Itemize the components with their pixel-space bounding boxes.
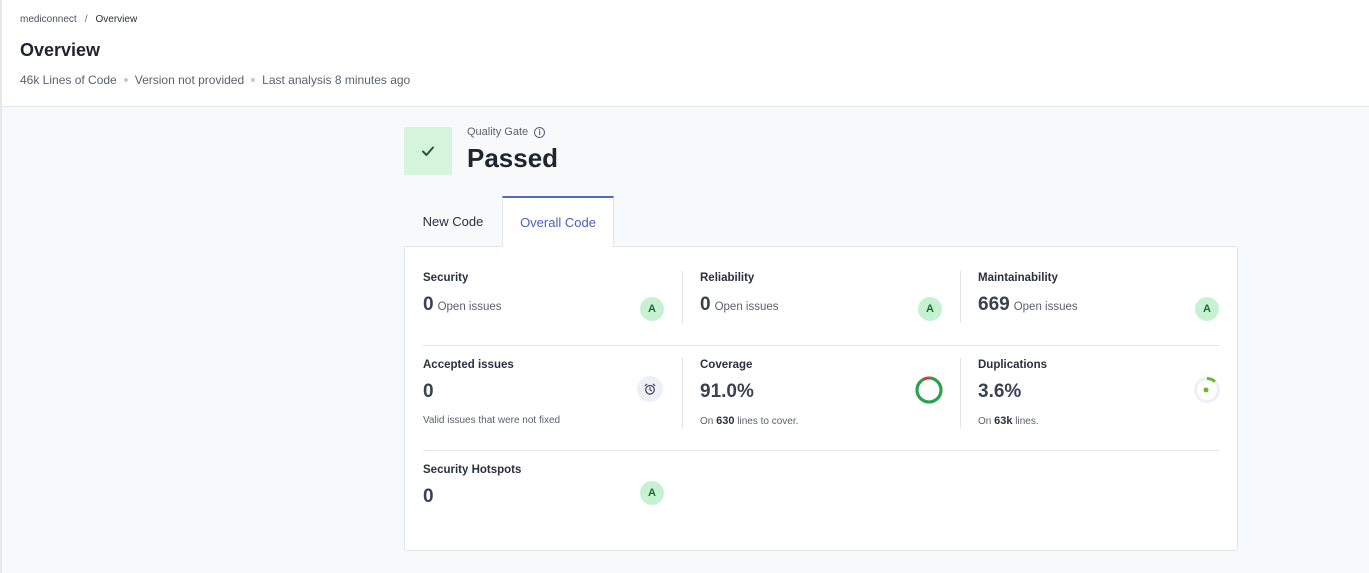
- maintainability-value[interactable]: 669: [978, 294, 1010, 316]
- maintainability-metric[interactable]: Maintainability 669 Open issues: [978, 272, 1078, 316]
- meta-separator-dot: [251, 78, 256, 82]
- coverage-value[interactable]: 91.0%: [700, 381, 754, 403]
- coverage-sub-suffix: lines to cover.: [737, 416, 799, 427]
- accepted-issues-value[interactable]: 0: [423, 381, 434, 403]
- security-grade-badge[interactable]: A: [640, 297, 664, 321]
- column-divider: [960, 358, 961, 428]
- accepted-issues-icon-badge: [637, 376, 663, 402]
- duplications-description: On 63k lines.: [978, 415, 1047, 427]
- accepted-issues-description: Valid issues that were not fixed: [423, 415, 561, 426]
- duplications-metric[interactable]: Duplications 3.6% On 63k lines.: [978, 359, 1047, 427]
- security-value[interactable]: 0: [423, 294, 434, 316]
- column-divider: [682, 271, 683, 323]
- duplications-title: Duplications: [978, 359, 1048, 371]
- coverage-donut-chart[interactable]: [914, 375, 944, 405]
- security-unit: Open issues: [437, 301, 502, 313]
- project-meta: 46k Lines of Code Version not provided L…: [20, 73, 410, 87]
- duplications-sub-suffix: lines.: [1015, 416, 1039, 427]
- quality-gate-label: Quality Gate i: [467, 126, 546, 138]
- version-info: Version not provided: [134, 73, 245, 87]
- maintainability-title: Maintainability: [978, 272, 1058, 284]
- quality-gate-status-badge: [404, 127, 452, 175]
- row-divider: [423, 345, 1219, 346]
- breadcrumb: mediconnect / Overview: [20, 14, 137, 25]
- security-title: Security: [423, 272, 469, 284]
- duplications-donut-chart[interactable]: [1192, 375, 1222, 405]
- duplications-center-dot: [1203, 387, 1209, 393]
- security-hotspots-metric[interactable]: Security Hotspots 0: [423, 464, 521, 508]
- tab-new-code[interactable]: New Code: [404, 196, 502, 246]
- reliability-unit: Open issues: [714, 301, 779, 313]
- coverage-description: On 630 lines to cover.: [700, 415, 798, 427]
- metrics-card: Security 0 Open issues A Reliability 0 O…: [404, 246, 1238, 551]
- security-hotspots-value[interactable]: 0: [423, 486, 434, 508]
- maintainability-unit: Open issues: [1013, 301, 1078, 313]
- tab-overall-code[interactable]: Overall Code: [502, 196, 614, 247]
- column-divider: [682, 358, 683, 428]
- quality-gate-label-text: Quality Gate: [467, 126, 529, 138]
- check-icon: [422, 146, 434, 156]
- coverage-metric[interactable]: Coverage 91.0% On 630 lines to cover.: [700, 359, 798, 427]
- reliability-metric[interactable]: Reliability 0 Open issues: [700, 272, 779, 316]
- reliability-grade-badge[interactable]: A: [918, 297, 942, 321]
- meta-separator-dot: [123, 78, 128, 82]
- row-divider: [423, 450, 1219, 451]
- reliability-title: Reliability: [700, 272, 755, 284]
- info-icon[interactable]: i: [534, 126, 546, 138]
- page-header: mediconnect / Overview Overview 46k Line…: [2, 0, 1369, 107]
- alarm-clock-icon: [644, 383, 656, 395]
- duplications-sub-prefix: On: [978, 416, 992, 427]
- column-divider: [960, 271, 961, 323]
- last-analysis: Last analysis 8 minutes ago: [262, 73, 411, 87]
- coverage-sub-prefix: On: [700, 416, 714, 427]
- breadcrumb-separator: /: [84, 14, 88, 25]
- reliability-value[interactable]: 0: [700, 294, 711, 316]
- security-metric[interactable]: Security 0 Open issues: [423, 272, 502, 316]
- quality-gate-status: Passed: [467, 143, 559, 173]
- page-title: Overview: [20, 40, 101, 60]
- breadcrumb-project-link[interactable]: mediconnect: [20, 14, 77, 25]
- accepted-issues-title: Accepted issues: [423, 359, 514, 371]
- lines-of-code: 46k Lines of Code: [20, 73, 117, 87]
- duplications-value[interactable]: 3.6%: [978, 381, 1021, 403]
- security-hotspots-grade-badge[interactable]: A: [640, 481, 664, 505]
- maintainability-grade-badge[interactable]: A: [1195, 297, 1219, 321]
- security-hotspots-title: Security Hotspots: [423, 464, 522, 476]
- coverage-covered-arc: [915, 376, 943, 404]
- duplications-lines-count[interactable]: 63k: [994, 415, 1012, 427]
- coverage-title: Coverage: [700, 359, 753, 371]
- breadcrumb-current: Overview: [95, 14, 138, 25]
- coverage-lines-count[interactable]: 630: [716, 415, 734, 427]
- accepted-issues-metric[interactable]: Accepted issues 0 Valid issues that were…: [423, 359, 560, 426]
